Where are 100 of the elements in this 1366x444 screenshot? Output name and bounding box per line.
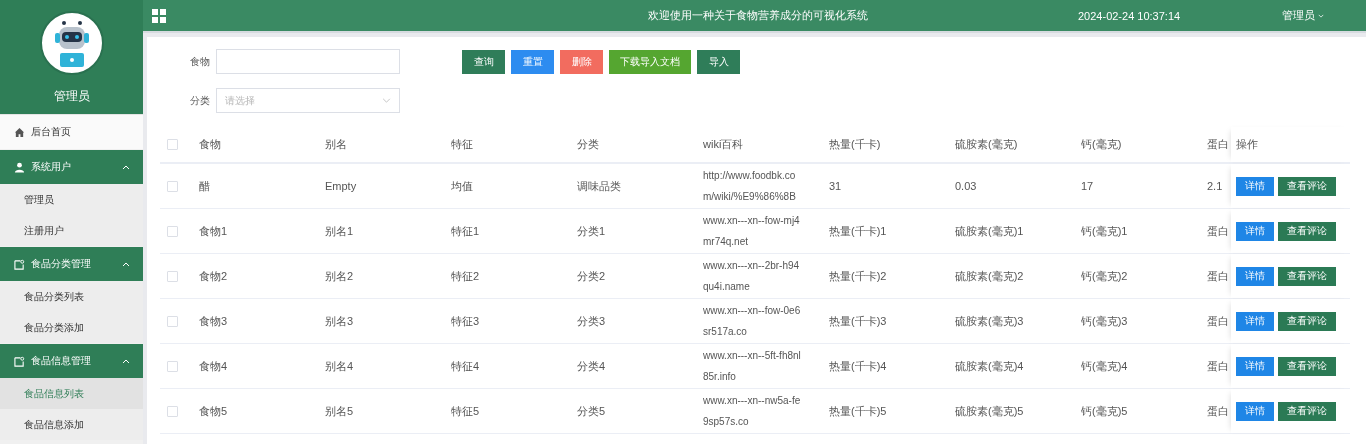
user-menu[interactable]: 管理员: [1282, 8, 1324, 23]
checkbox[interactable]: [167, 270, 178, 282]
table-cell: 分类4: [577, 359, 606, 372]
chevron-up-icon: [122, 261, 130, 267]
menu-group[interactable]: 食品信息管理: [0, 344, 143, 378]
table-cell: 食物4: [199, 359, 228, 372]
table-cell: 2.1: [1207, 180, 1223, 192]
table-cell: 蛋白: [1207, 404, 1229, 417]
table-cell: 调味品类: [577, 179, 621, 192]
table-cell: 别名2: [325, 269, 354, 282]
user-name: 管理员: [53, 88, 90, 105]
food-input[interactable]: [216, 49, 400, 74]
table-cell: 特征1: [451, 224, 480, 237]
app-title: 欢迎使用一种关于食物营养成分的可视化系统: [648, 8, 869, 23]
robot-avatar-icon: [39, 11, 104, 75]
table-cell: 硫胺素(毫克)4: [955, 359, 1024, 372]
table-cell: 分类2: [577, 269, 606, 282]
row-action-button[interactable]: 详情: [1236, 356, 1274, 376]
checkbox[interactable]: [167, 225, 178, 237]
column-header: wiki百科: [703, 138, 744, 150]
table-cell: 蛋白: [1207, 359, 1229, 372]
document-icon: [14, 258, 25, 270]
menu-icon[interactable]: [152, 8, 166, 23]
table-cell: 热量(千卡)2: [829, 269, 887, 282]
row-action-button[interactable]: 查看评论: [1278, 311, 1336, 331]
table-cell: 蛋白: [1207, 224, 1229, 237]
table-cell: 硫胺素(毫克)1: [955, 224, 1024, 237]
field-label: 食物: [190, 54, 211, 69]
checkbox[interactable]: [167, 315, 178, 327]
checkbox[interactable]: [167, 180, 178, 192]
table-cell: 别名5: [325, 404, 354, 417]
table-cell: 钙(毫克)5: [1081, 404, 1128, 417]
table-cell: 热量(千卡)5: [829, 404, 887, 417]
row-action-button[interactable]: 查看评论: [1278, 266, 1336, 286]
column-header: 硫胺素(毫克): [955, 138, 1018, 150]
home-icon: [14, 126, 25, 138]
row-action-button[interactable]: 详情: [1236, 311, 1274, 331]
chevron-up-icon: [122, 164, 130, 170]
table-cell: 醋: [199, 179, 210, 192]
table-cell: 钙(毫克)1: [1081, 224, 1128, 237]
chevron-down-icon: [382, 98, 391, 103]
row-action-button[interactable]: 详情: [1236, 266, 1274, 286]
table-cell: 食物5: [199, 404, 228, 417]
table-cell: 特征3: [451, 314, 480, 327]
table-cell: 食物3: [199, 314, 228, 327]
table-cell: 别名4: [325, 359, 354, 372]
table-cell: Empty: [325, 180, 357, 192]
table-cell: 硫胺素(毫克)3: [955, 314, 1024, 327]
submenu-item[interactable]: 食品信息列表: [0, 378, 143, 409]
checkbox[interactable]: [167, 405, 178, 417]
user-icon: [14, 161, 25, 173]
table-cell: 热量(千卡)4: [829, 359, 887, 372]
action-button[interactable]: 删除: [560, 49, 603, 74]
table-cell: 分类3: [577, 314, 606, 327]
table-cell: 硫胺素(毫克)2: [955, 269, 1024, 282]
table-cell: 17: [1081, 180, 1094, 192]
table-cell: 别名1: [325, 224, 354, 237]
table-cell: 特征4: [451, 359, 480, 372]
table-cell: 分类1: [577, 224, 606, 237]
row-action-button[interactable]: 查看评论: [1278, 176, 1336, 196]
column-header: 钙(毫克): [1081, 138, 1122, 150]
menu-group[interactable]: 食品分类管理: [0, 247, 143, 281]
column-header: 蛋白: [1207, 138, 1229, 150]
table-cell: 食物1: [199, 224, 228, 237]
table-cell: 钙(毫克)3: [1081, 314, 1128, 327]
row-action-button[interactable]: 详情: [1236, 401, 1274, 421]
column-header: 热量(千卡): [829, 138, 881, 150]
table-cell: 别名3: [325, 314, 354, 327]
table-cell: 均值: [451, 179, 473, 192]
checkbox[interactable]: [167, 139, 178, 150]
action-button[interactable]: 导入: [697, 49, 740, 74]
date-time: 2024-02-24 10:37:14: [1078, 9, 1182, 22]
menu-group[interactable]: 系统用户: [0, 150, 143, 184]
table-cell-text: www.xn---xn--nw5a-fe9sp57s.co: [703, 394, 802, 429]
row-action-button[interactable]: 查看评论: [1278, 356, 1336, 376]
table-cell: 31: [829, 180, 842, 192]
checkbox[interactable]: [167, 360, 178, 372]
table-cell: 分类5: [577, 404, 606, 417]
row-action-button[interactable]: 详情: [1236, 221, 1274, 241]
table-cell: 蛋白: [1207, 269, 1229, 282]
action-button[interactable]: 查询: [462, 49, 505, 74]
table-cell: 热量(千卡)3: [829, 314, 887, 327]
table-cell: 0.03: [955, 180, 977, 192]
table-cell: 特征5: [451, 404, 480, 417]
table-cell: 食物2: [199, 269, 228, 282]
column-header: 别名: [325, 138, 347, 150]
row-action-button[interactable]: 查看评论: [1278, 221, 1336, 241]
table-cell: 热量(千卡)1: [829, 224, 887, 237]
table-cell: 钙(毫克)4: [1081, 359, 1128, 372]
table-cell: 硫胺素(毫克)5: [955, 404, 1024, 417]
menu-item[interactable]: 后台首页: [0, 115, 143, 149]
row-action-button[interactable]: 详情: [1236, 176, 1274, 196]
row-action-button[interactable]: 查看评论: [1278, 401, 1336, 421]
action-button[interactable]: 重置: [511, 49, 554, 74]
table-cell: 特征2: [451, 269, 480, 282]
action-button[interactable]: 下载导入文档: [609, 49, 691, 74]
column-header: 分类: [577, 138, 599, 150]
column-header: 特征: [451, 138, 473, 150]
field-label: 分类: [190, 93, 211, 108]
table-cell: 钙(毫克)2: [1081, 269, 1128, 282]
